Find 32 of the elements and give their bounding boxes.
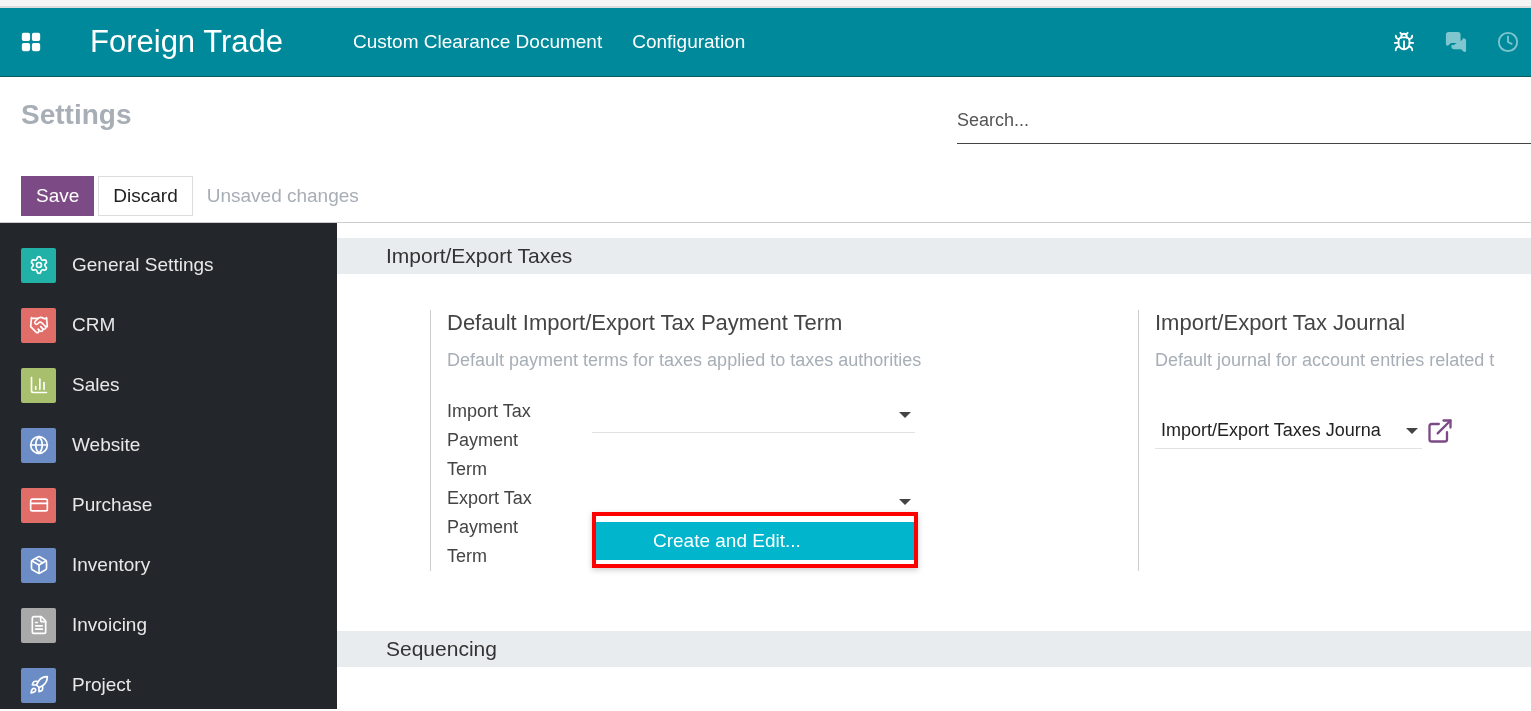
- field-label: Import Tax Payment Term: [447, 400, 532, 481]
- caret-icon: [1406, 427, 1418, 434]
- field-label: Export Tax Payment Term: [447, 487, 533, 568]
- sidebar-item[interactable]: Purchase: [0, 475, 337, 535]
- caret-icon: [899, 411, 911, 418]
- section-header: Import/Export Taxes: [337, 238, 1531, 274]
- setting-title: Import/Export Tax Journal: [1155, 310, 1407, 336]
- sidebar-item[interactable]: CRM: [0, 295, 337, 355]
- caret-icon: [899, 498, 911, 505]
- sidebar-item[interactable]: Sales: [0, 355, 337, 415]
- save-button[interactable]: Save: [21, 175, 95, 216]
- select-field[interactable]: Import/Export Taxes Journa: [1155, 413, 1422, 449]
- apps-menu-icon[interactable]: [20, 31, 42, 53]
- sidebar-item[interactable]: Website: [0, 415, 337, 475]
- discard-button[interactable]: Discard: [98, 175, 193, 216]
- menu-item[interactable]: Custom Clearance Document: [353, 31, 603, 53]
- page-title: Settings: [21, 99, 133, 132]
- sidebar-item[interactable]: Project: [0, 655, 337, 711]
- sidebar-item[interactable]: Invoicing: [0, 595, 337, 655]
- chat-icon[interactable]: [1445, 31, 1467, 53]
- app-title: Foreign Trade: [90, 24, 283, 60]
- status-text: Unsaved changes: [206, 184, 359, 207]
- sidebar-item[interactable]: General Settings: [0, 235, 337, 295]
- setting-description: Default payment terms for taxes applied to taxes authorities: [447, 350, 923, 371]
- setting-title: Default Import/Export Tax Payment Term: [447, 310, 844, 336]
- clock-icon[interactable]: [1497, 31, 1519, 53]
- menu-item[interactable]: Configuration: [632, 31, 746, 53]
- external-link-icon[interactable]: [1426, 417, 1454, 445]
- section-header: Sequencing: [337, 631, 1531, 667]
- bug-icon[interactable]: [1393, 31, 1415, 53]
- sidebar-item[interactable]: Inventory: [0, 535, 337, 595]
- setting-description: Default journal for account entries related t: [1155, 350, 1496, 371]
